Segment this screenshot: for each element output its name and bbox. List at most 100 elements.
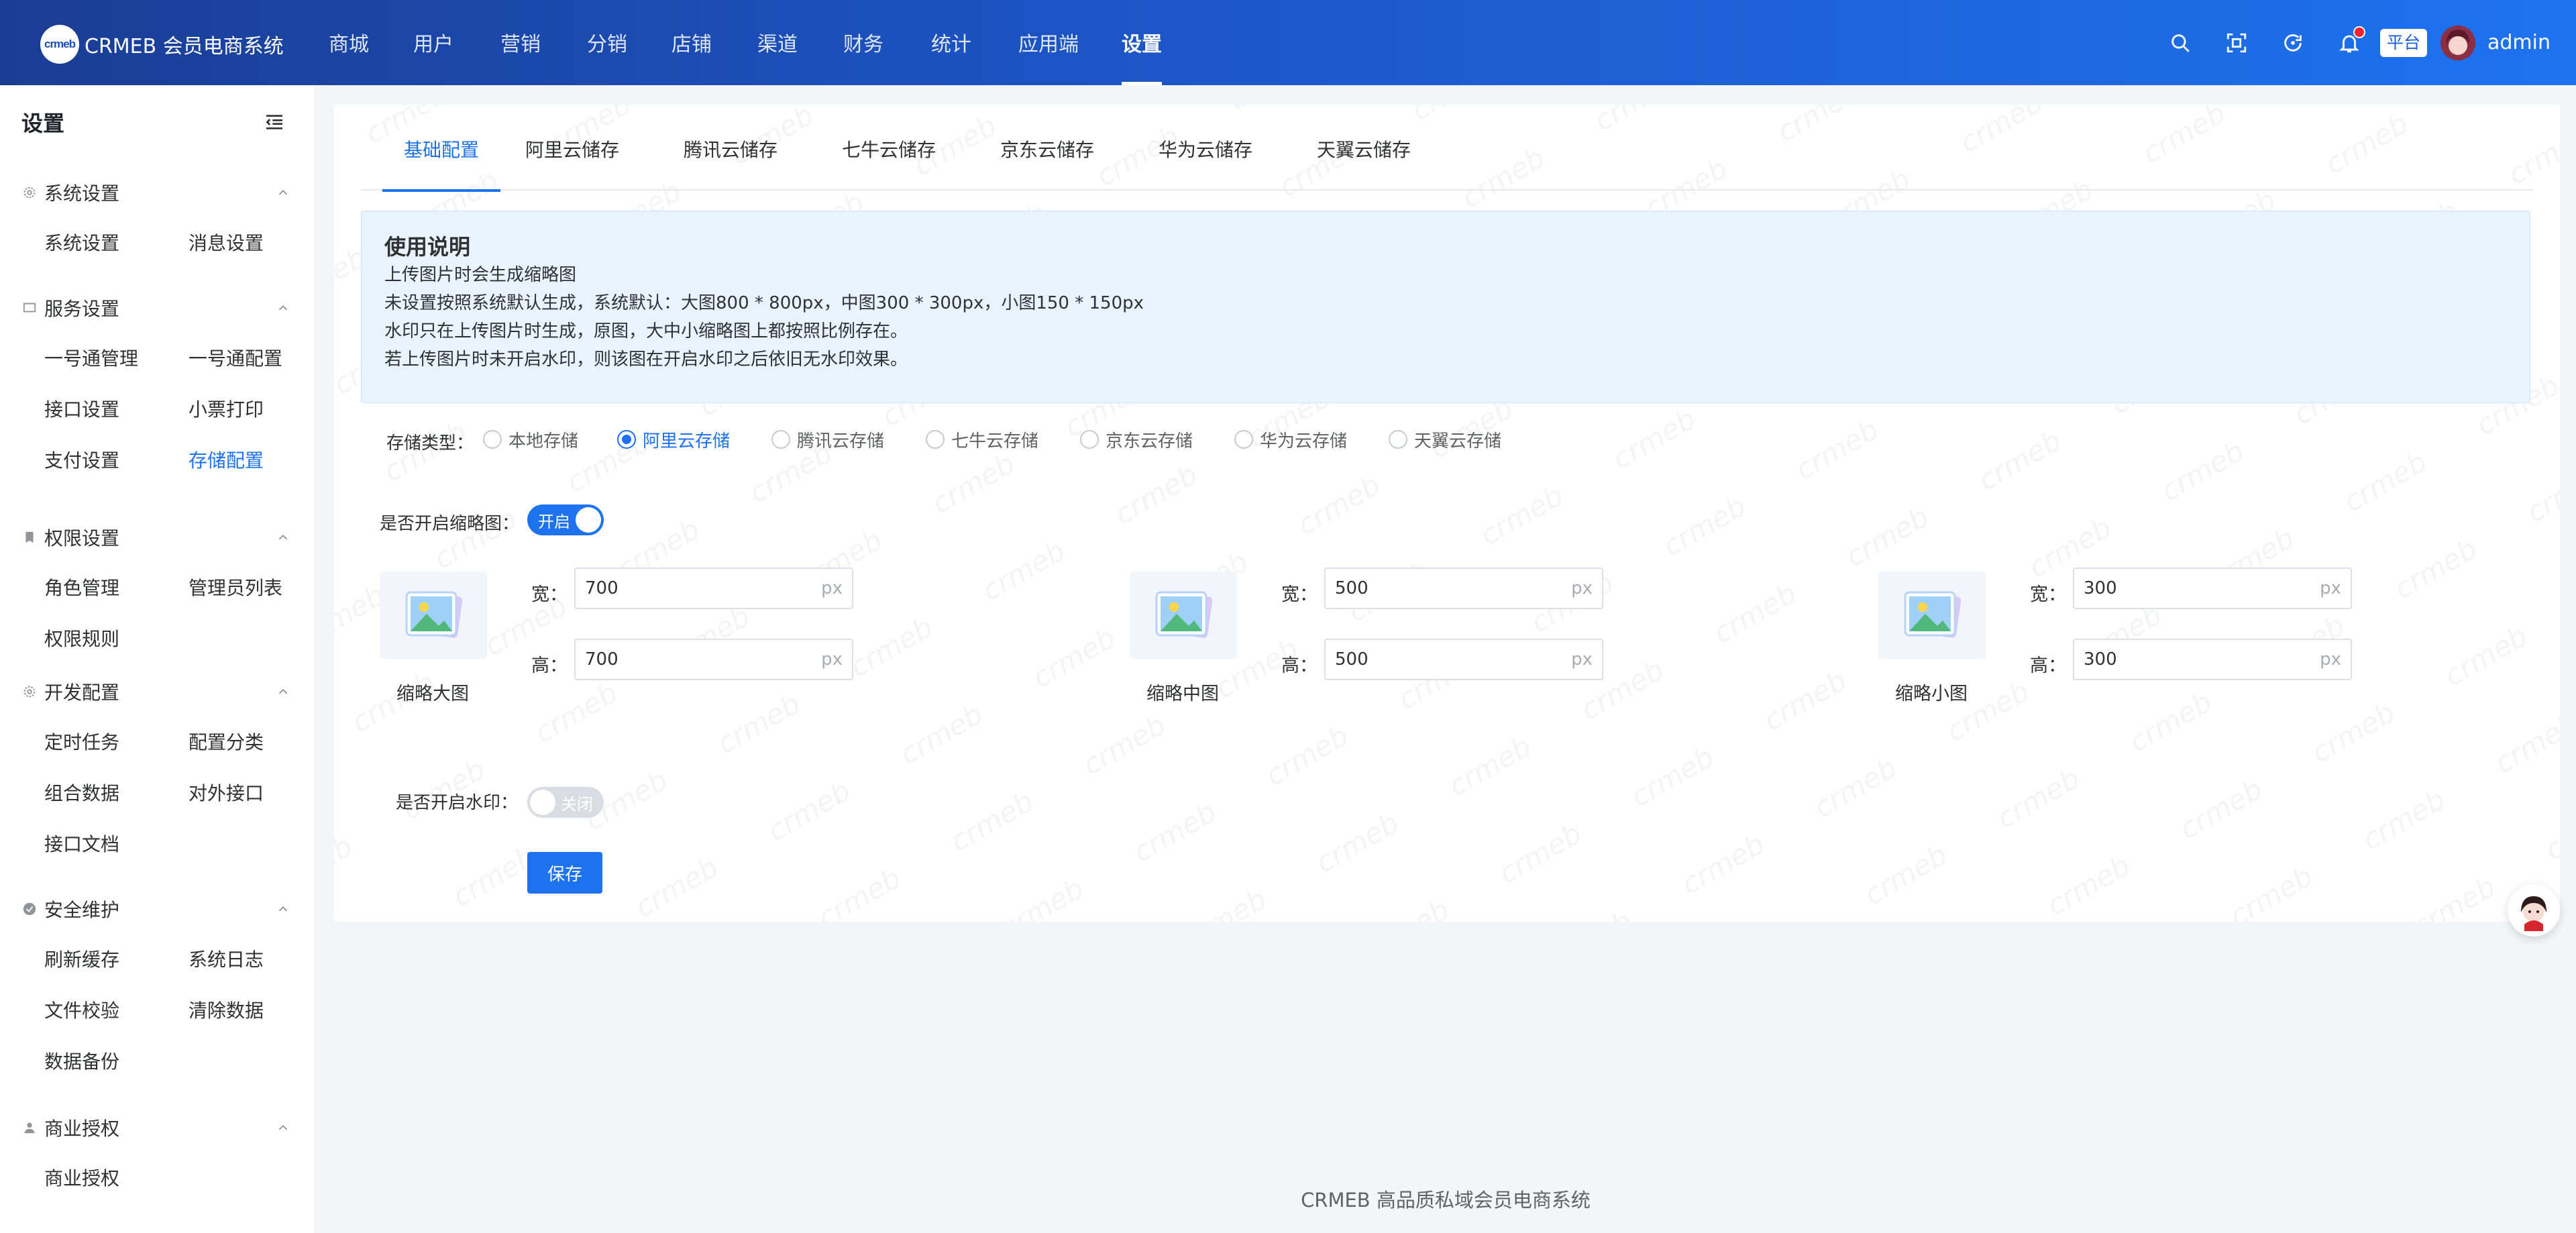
sidebar-group-label: 系统设置 <box>44 182 120 205</box>
sidebar-group-label: 商业授权 <box>44 1118 120 1140</box>
sidebar-group-3[interactable]: 开发配置 <box>21 678 290 705</box>
chevron-up-icon <box>276 684 290 699</box>
topnav-item-2[interactable]: 营销 <box>500 0 541 85</box>
customer-service-button[interactable] <box>2508 884 2560 936</box>
refresh-button[interactable] <box>2265 32 2321 54</box>
height-label: 高： <box>1281 655 1318 676</box>
sidebar-item[interactable]: 数据备份 <box>44 1049 119 1075</box>
unit-suffix: px <box>821 649 843 669</box>
avatar[interactable] <box>2440 25 2475 60</box>
storage-radio-3[interactable]: 七牛云存储 <box>926 425 1038 453</box>
search-button[interactable] <box>2152 32 2208 54</box>
sidebar-group-1[interactable]: 服务设置 <box>21 294 290 321</box>
sidebar-item[interactable]: 配置分类 <box>189 729 264 756</box>
storage-radio-0[interactable]: 本地存储 <box>483 425 578 453</box>
topnav-item-5[interactable]: 渠道 <box>757 0 798 85</box>
width-input[interactable]: 300 px <box>2073 568 2352 609</box>
sidebar-item[interactable]: 一号通配置 <box>189 345 282 372</box>
refresh-icon <box>2284 34 2302 52</box>
tab-3[interactable]: 七牛云储存 <box>839 105 939 191</box>
watermark-switch[interactable]: 关闭 <box>527 787 604 818</box>
sidebar-item[interactable]: 系统日志 <box>189 947 264 973</box>
sidebar-item[interactable]: 清除数据 <box>189 998 264 1024</box>
radio-circle <box>1389 430 1407 449</box>
tab-0[interactable]: 基础配置 <box>382 105 500 192</box>
notice-line: 水印只在上传图片时生成，原图，大中小缩略图上都按照比例存在。 <box>384 321 908 341</box>
sidebar: 设置 系统设置 系统设置 消息设置 服务设置 一号通管理 一号通配置 接口设置 小票打印 支付设… <box>0 85 315 1233</box>
storage-radio-1[interactable]: 阿里云存储 <box>617 425 730 453</box>
sidebar-item[interactable]: 一号通管理 <box>44 345 138 372</box>
storage-radio-4[interactable]: 京东云存储 <box>1080 425 1193 453</box>
topnav-item-4[interactable]: 店铺 <box>672 0 712 85</box>
sidebar-item[interactable]: 商业授权 <box>44 1165 119 1192</box>
topnav-item-6[interactable]: 财务 <box>843 0 883 85</box>
height-input[interactable]: 300 px <box>2073 639 2352 680</box>
notice-lines: 上传图片时会生成缩略图 未设置按照系统默认生成，系统默认：大图800 * 800p… <box>384 261 2507 374</box>
topnav-item-3[interactable]: 分销 <box>587 0 627 85</box>
bookmark-icon <box>21 529 38 545</box>
collapse-menu-button[interactable] <box>264 111 285 133</box>
height-input[interactable]: 500 px <box>1324 639 1603 680</box>
topnav-item-0[interactable]: 商城 <box>329 0 369 85</box>
sidebar-item[interactable]: 权限规则 <box>44 626 119 653</box>
radio-label: 腾讯云存储 <box>797 431 885 451</box>
header-tools: 平台 admin <box>2152 0 2551 85</box>
tab-5[interactable]: 华为云储存 <box>1155 105 1256 191</box>
sidebar-group-header: 安全维护 <box>21 896 119 922</box>
sidebar-item[interactable]: 接口文档 <box>44 831 119 858</box>
storage-radio-2[interactable]: 腾讯云存储 <box>771 425 884 453</box>
tab-2[interactable]: 腾讯云储存 <box>680 105 781 191</box>
tab-4[interactable]: 京东云储存 <box>997 105 1097 191</box>
thumbnail-caption: 缩略大图 <box>396 684 469 704</box>
sidebar-item[interactable]: 小票打印 <box>189 396 264 423</box>
topnav-item-8[interactable]: 应用端 <box>1018 0 1079 85</box>
tab-6[interactable]: 天翼云储存 <box>1313 105 1414 191</box>
sidebar-item[interactable]: 刷新缓存 <box>44 947 119 973</box>
radio-circle <box>771 430 790 449</box>
platform-tag[interactable]: 平台 <box>2379 28 2427 57</box>
thumbnail-caption: 缩略中图 <box>1146 684 1219 704</box>
radio-circle <box>1234 430 1253 449</box>
topnav-item-9[interactable]: 设置 <box>1122 0 1162 85</box>
monitor-icon <box>21 300 38 316</box>
thumbnail-block-1: 缩略中图 宽： 500 px 高： 500 px <box>1119 568 1669 726</box>
storage-radio-6[interactable]: 天翼云存储 <box>1389 425 1501 453</box>
notification-button[interactable] <box>2321 25 2377 54</box>
sidebar-item[interactable]: 定时任务 <box>44 729 119 756</box>
thumbnail-switch[interactable]: 开启 <box>527 504 604 535</box>
unit-suffix: px <box>821 578 843 598</box>
sidebar-item[interactable]: 系统设置 <box>44 230 119 257</box>
height-input[interactable]: 700 px <box>574 639 853 680</box>
logo[interactable]: crmeb CRMEB 会员电商系统 <box>40 24 284 64</box>
app-title: CRMEB 会员电商系统 <box>85 35 284 58</box>
radio-label: 阿里云存储 <box>643 431 731 451</box>
width-input[interactable]: 700 px <box>574 568 853 609</box>
topnav-item-1[interactable]: 用户 <box>413 0 453 85</box>
sidebar-item[interactable]: 消息设置 <box>189 230 264 257</box>
sidebar-item[interactable]: 存储配置 <box>189 447 264 474</box>
username[interactable]: admin <box>2487 31 2551 54</box>
thumbnail-caption: 缩略小图 <box>1895 684 1968 704</box>
sidebar-group-2[interactable]: 权限设置 <box>21 524 290 551</box>
sidebar-item[interactable]: 接口设置 <box>44 396 119 423</box>
fullscreen-button[interactable] <box>2208 32 2265 54</box>
thumbnail-label: 是否开启缩略图： <box>380 514 520 534</box>
save-button[interactable]: 保存 <box>527 852 602 894</box>
sidebar-group-4[interactable]: 安全维护 <box>21 896 290 922</box>
sidebar-item[interactable]: 管理员列表 <box>189 575 282 602</box>
sidebar-item[interactable]: 角色管理 <box>44 575 119 602</box>
watermark-label: 是否开启水印： <box>396 793 519 813</box>
sidebar-item[interactable]: 对外接口 <box>189 780 264 807</box>
sidebar-item[interactable]: 文件校验 <box>44 998 119 1024</box>
sidebar-group-5[interactable]: 商业授权 <box>21 1114 290 1141</box>
storage-radio-5[interactable]: 华为云存储 <box>1234 425 1347 453</box>
topnav-item-7[interactable]: 统计 <box>931 0 971 85</box>
sidebar-item[interactable]: 支付设置 <box>44 447 119 474</box>
tab-1[interactable]: 阿里云储存 <box>522 105 623 191</box>
sidebar-item[interactable]: 组合数据 <box>44 780 119 807</box>
width-input[interactable]: 500 px <box>1324 568 1603 609</box>
sidebar-group-0[interactable]: 系统设置 <box>21 179 290 206</box>
fullscreen-icon <box>2226 33 2247 52</box>
unit-suffix: px <box>1571 578 1593 598</box>
logo-mark: crmeb <box>40 25 79 64</box>
